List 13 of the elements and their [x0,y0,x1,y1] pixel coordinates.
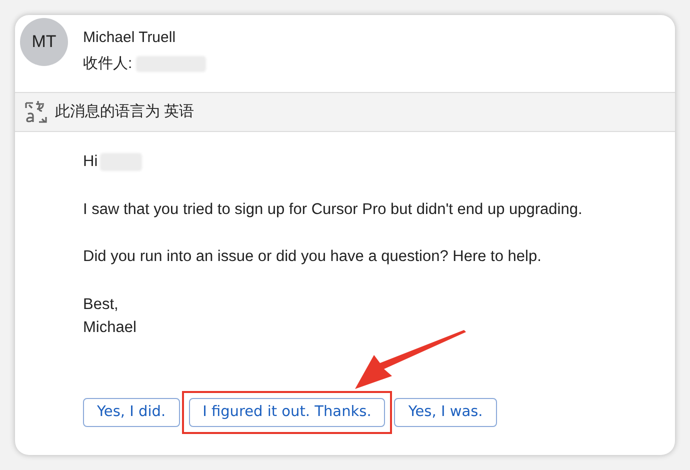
greeting: Hi [83,152,98,172]
avatar: MT [20,18,68,66]
translate-icon [25,100,47,124]
body-paragraph: Did you run into an issue or did you have a question? Here to help. [83,247,542,267]
signoff-line: Best, [83,295,120,315]
quick-reply-button[interactable]: Yes, I was. [394,398,497,427]
sender-name: Michael Truell [83,29,177,47]
signoff-line: Michael [83,318,138,338]
quick-reply-button[interactable]: Yes, I did. [83,398,180,427]
quick-reply-button[interactable]: I figured it out. Thanks. [188,398,386,427]
body-paragraph: I saw that you tried to sign up for Cursor Pro but didn't end up upgrading. [83,200,584,220]
language-notice: 此消息的语言为 英语 [55,102,194,122]
recipient-label: 收件人: [83,55,132,73]
